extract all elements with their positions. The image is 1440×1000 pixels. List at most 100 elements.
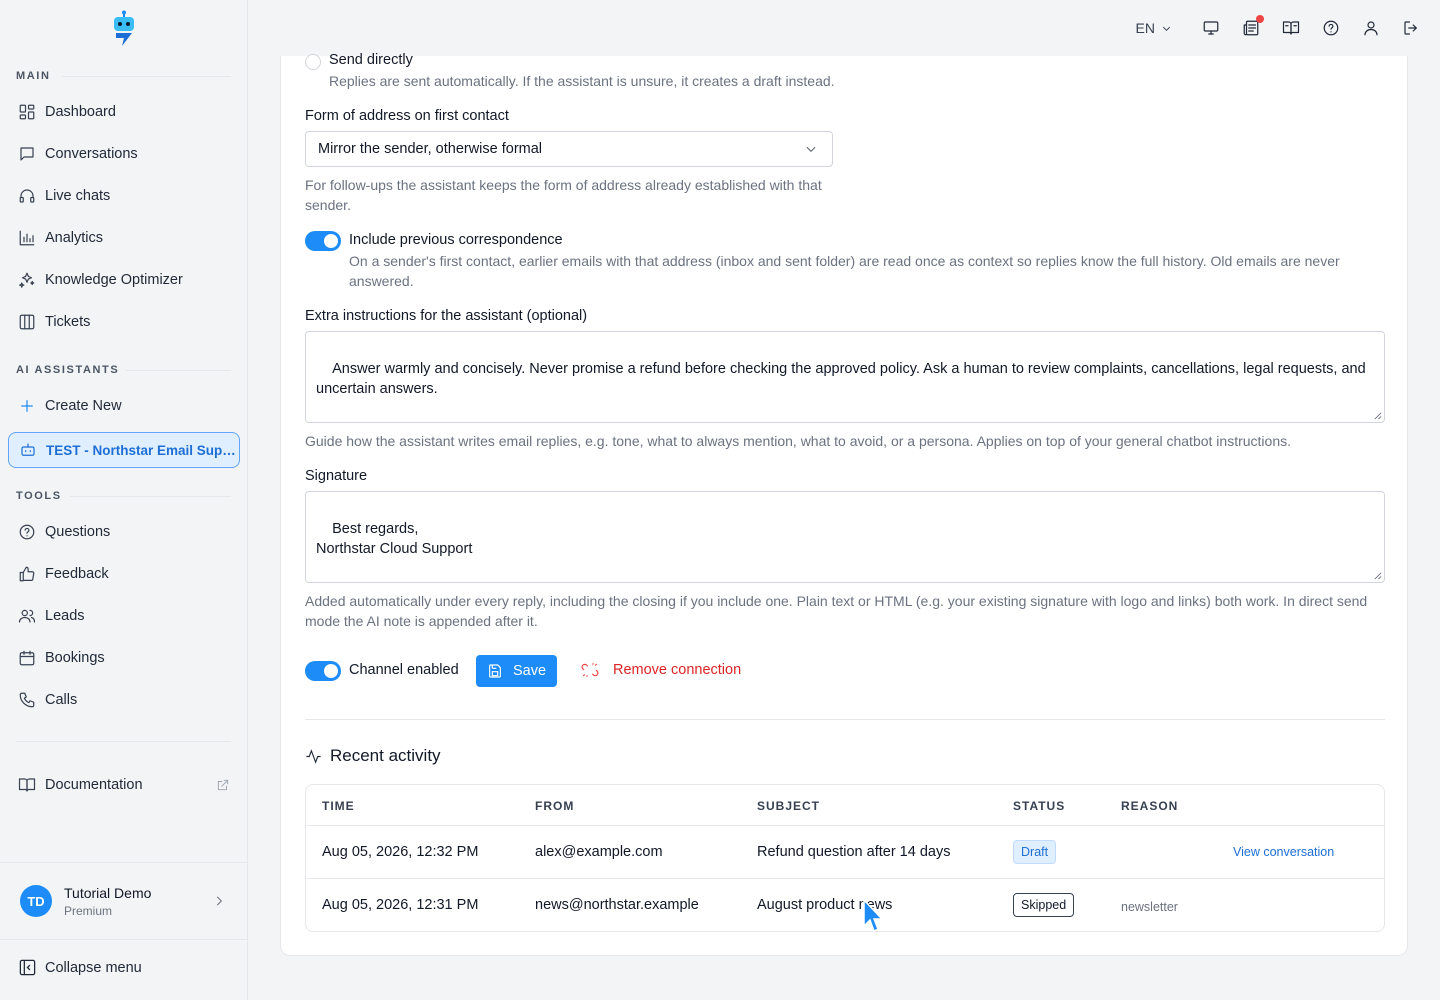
cell-time: Aug 05, 2026, 12:31 PM — [322, 897, 479, 913]
address-select-value: Mirror the sender, otherwise formal — [318, 141, 543, 157]
sidebar: MAIN Dashboard Conversations Live chats … — [0, 0, 248, 1000]
sidebar-item-dashboard[interactable]: Dashboard — [8, 94, 240, 130]
news-button[interactable] — [1242, 15, 1264, 37]
sidebar-item-label: Knowledge Optimizer — [45, 272, 183, 288]
book-open-icon — [18, 778, 36, 792]
bar-chart-icon — [19, 230, 35, 246]
table-row: Aug 05, 2026, 12:32 PM alex@example.com … — [306, 826, 1384, 879]
signature-help: Added automatically under every reply, i… — [305, 593, 1368, 629]
user-profile-button[interactable]: TD Tutorial Demo Premium — [0, 862, 248, 940]
sidebar-item-label: Questions — [45, 524, 111, 540]
monitor-icon — [1203, 21, 1219, 35]
chevron-down-icon — [806, 146, 816, 152]
help-button[interactable] — [1322, 19, 1340, 37]
recent-activity-heading: Recent activity — [305, 746, 441, 766]
sidebar-item-northstar-email-support[interactable]: TEST - Northstar Email Support — [8, 432, 240, 468]
mouse-cursor-icon — [863, 898, 884, 933]
sidebar-item-live-chats[interactable]: Live chats — [8, 178, 240, 214]
table-header: TIME FROM SUBJECT STATUS REASON — [306, 785, 1384, 826]
columns-icon — [19, 314, 35, 330]
signature-label: Signature — [305, 468, 368, 484]
column-header-from: FROM — [535, 799, 575, 813]
column-header-status: STATUS — [1013, 799, 1066, 813]
sidebar-item-label: Dashboard — [45, 104, 116, 120]
address-select[interactable]: Mirror the sender, otherwise formal — [305, 131, 833, 167]
thumbs-up-icon — [19, 566, 35, 582]
sparkles-icon — [19, 272, 35, 288]
sidebar-item-leads[interactable]: Leads — [8, 598, 240, 634]
sidebar-item-questions[interactable]: Questions — [8, 514, 240, 550]
signature-textarea[interactable]: Best regards, Northstar Cloud Support — [305, 491, 1385, 583]
sidebar-item-label: Analytics — [45, 230, 104, 246]
cell-from: news@northstar.example — [535, 897, 699, 913]
sidebar-item-label: Create New — [45, 398, 122, 414]
status-badge: Draft — [1013, 840, 1057, 864]
column-header-reason: REASON — [1121, 799, 1179, 813]
sidebar-item-label: Feedback — [45, 566, 109, 582]
phone-icon — [19, 692, 35, 708]
collapse-menu-button[interactable]: Collapse menu — [18, 958, 142, 977]
resize-handle-icon[interactable] — [1373, 411, 1382, 420]
topbar-actions: EN — [1136, 14, 1420, 42]
headset-icon — [19, 189, 35, 203]
language-label: EN — [1135, 20, 1155, 36]
section-label-tools: TOOLS — [16, 490, 62, 502]
section-divider — [16, 741, 231, 742]
sidebar-item-calls[interactable]: Calls — [8, 682, 240, 718]
address-help: For follow-ups the assistant keeps the f… — [305, 177, 822, 213]
section-divider — [305, 719, 1385, 720]
avatar: TD — [20, 885, 52, 917]
channel-enabled-label: Channel enabled — [349, 662, 459, 678]
user-plan: Premium — [64, 903, 113, 918]
cell-reason: newsletter — [1121, 900, 1178, 914]
bot-icon — [21, 443, 35, 456]
chevron-down-icon — [1162, 26, 1171, 31]
message-square-icon — [20, 147, 34, 161]
section-divider — [126, 370, 231, 371]
logout-button[interactable] — [1402, 19, 1420, 37]
save-button[interactable]: Save — [476, 655, 557, 687]
sidebar-item-label: Leads — [45, 608, 85, 624]
language-selector[interactable]: EN — [1136, 20, 1172, 36]
section-divider — [70, 496, 231, 497]
remove-connection-button[interactable]: Remove connection — [581, 661, 741, 679]
view-conversation-link[interactable]: View conversation — [1233, 845, 1334, 859]
sidebar-item-label: Documentation — [45, 777, 143, 793]
status-badge: Skipped — [1013, 893, 1075, 917]
send-directly-radio[interactable] — [305, 54, 321, 70]
include-previous-toggle[interactable] — [305, 231, 341, 251]
sidebar-item-label: TEST - Northstar Email Support — [46, 442, 239, 458]
guide-button[interactable] — [1282, 19, 1300, 37]
column-header-time: TIME — [322, 799, 355, 813]
extra-instructions-textarea[interactable]: Answer warmly and concisely. Never promi… — [305, 331, 1385, 423]
users-icon — [18, 609, 36, 623]
robot-logo-icon[interactable] — [110, 10, 138, 48]
sidebar-collapse-icon — [19, 959, 36, 976]
column-header-subject: SUBJECT — [757, 799, 821, 813]
sidebar-item-bookings[interactable]: Bookings — [8, 640, 240, 676]
sidebar-item-conversations[interactable]: Conversations — [8, 136, 240, 172]
email-channel-settings-card: Send directly Replies are sent automatic… — [280, 52, 1408, 956]
monitor-button[interactable] — [1202, 19, 1220, 37]
help-circle-icon — [1323, 20, 1339, 36]
save-label: Save — [512, 663, 547, 679]
sidebar-item-label: Bookings — [45, 650, 105, 666]
send-directly-help: Replies are sent automatically. If the a… — [329, 73, 835, 89]
remove-connection-label: Remove connection — [613, 662, 742, 678]
sidebar-item-documentation[interactable]: Documentation — [8, 767, 240, 803]
unlink-icon — [581, 663, 599, 677]
cell-from: alex@example.com — [535, 844, 663, 860]
sidebar-item-create-new[interactable]: Create New — [8, 388, 240, 424]
plus-icon — [21, 400, 33, 412]
sidebar-item-knowledge-optimizer[interactable]: Knowledge Optimizer — [8, 262, 240, 298]
sidebar-item-label: Live chats — [45, 188, 111, 204]
extra-instructions-value: Answer warmly and concisely. Never promi… — [316, 361, 1370, 397]
profile-button[interactable] — [1362, 19, 1380, 37]
resize-handle-icon[interactable] — [1373, 571, 1382, 580]
sidebar-item-tickets[interactable]: Tickets — [8, 304, 240, 340]
channel-enabled-toggle[interactable] — [305, 661, 341, 681]
section-label-main: MAIN — [16, 70, 51, 82]
sidebar-item-analytics[interactable]: Analytics — [8, 220, 240, 256]
extra-instructions-label: Extra instructions for the assistant (op… — [305, 308, 588, 324]
sidebar-item-feedback[interactable]: Feedback — [8, 556, 240, 592]
